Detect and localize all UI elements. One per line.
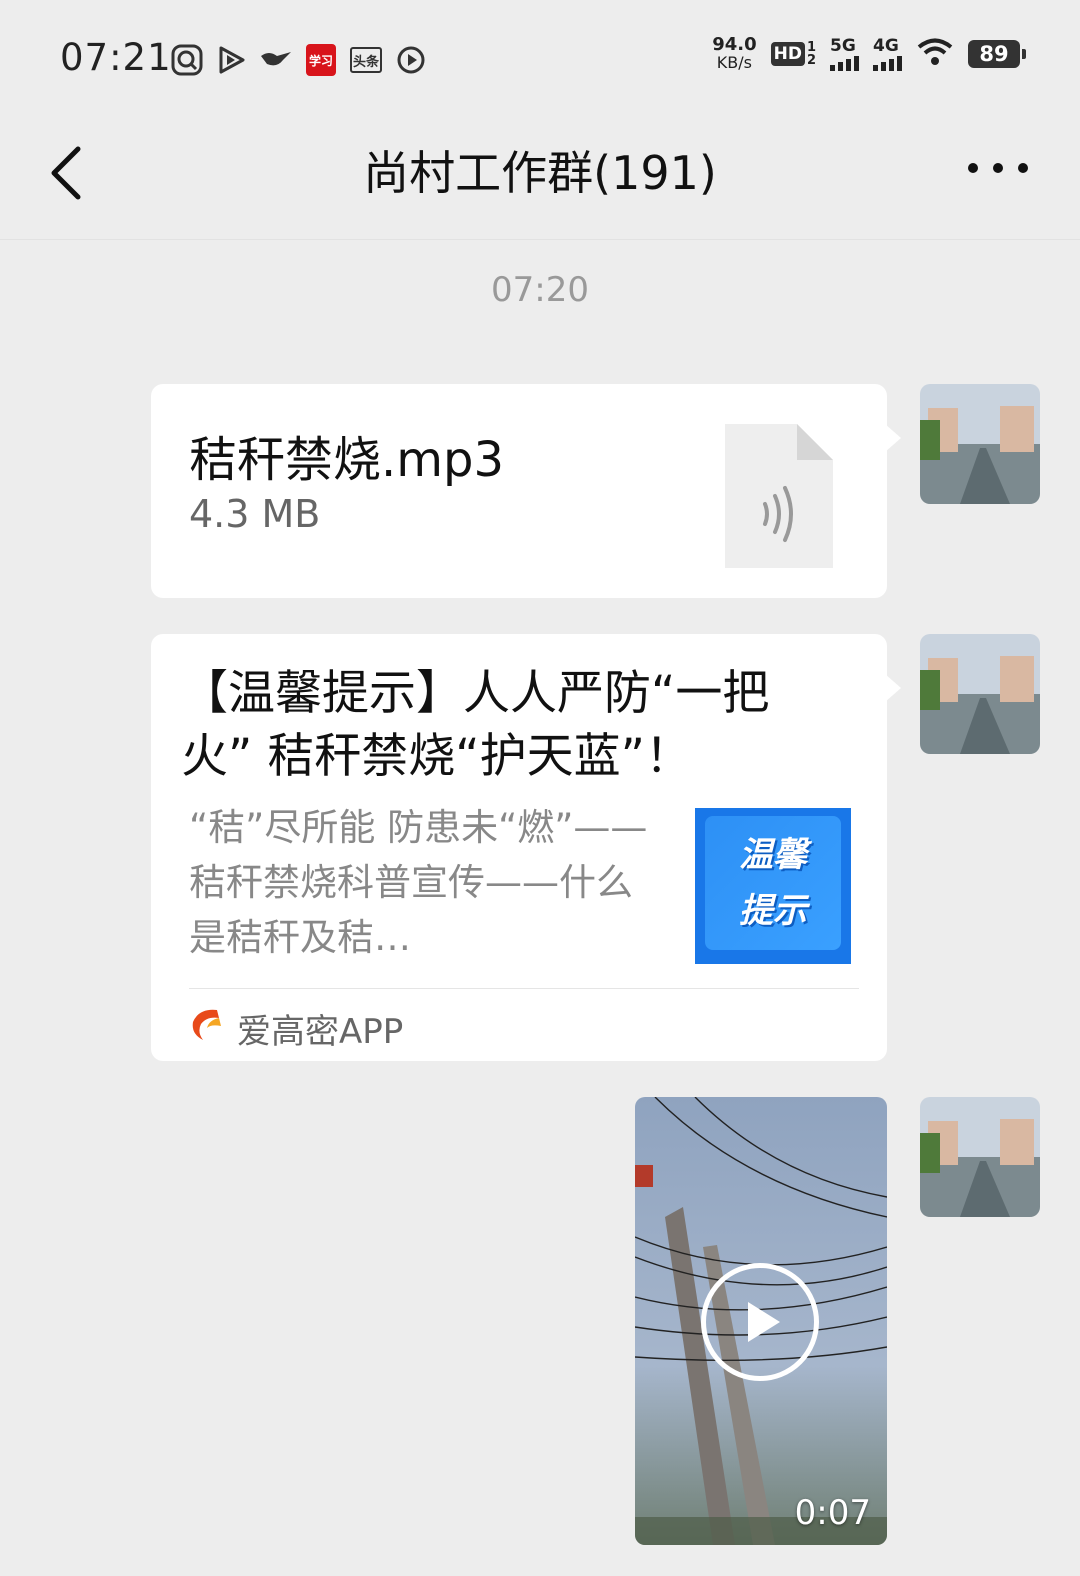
net-speed-unit: KB/s: [716, 53, 752, 72]
signal-sim2: 4G: [873, 35, 902, 71]
thumbnail-text-1: 温馨: [739, 835, 807, 875]
file-size: 4.3 MB: [189, 492, 321, 536]
signal-sim1: 5G: [830, 35, 859, 71]
signal-bars-icon: [830, 55, 859, 71]
avatar-image: [920, 384, 1040, 504]
sim1-type: 5G: [830, 35, 856, 56]
bubble-tail: [885, 674, 901, 702]
video-icon: [396, 42, 426, 78]
status-time: 07:21: [60, 36, 172, 79]
signal-bars-icon: [873, 55, 902, 71]
avatar[interactable]: [920, 1097, 1040, 1217]
file-message[interactable]: 秸秆禁烧.mp3 4.3 MB: [151, 384, 901, 598]
article-thumbnail: 温馨 提示: [695, 808, 851, 964]
hd-label: HD: [770, 42, 805, 66]
net-speed-value: 94.0: [712, 34, 757, 55]
dot-icon: [993, 163, 1003, 173]
battery-icon: 89: [968, 40, 1026, 68]
play-icon: [214, 42, 248, 78]
thumbnail-text-2: 提示: [739, 891, 807, 931]
dot-icon: [1018, 163, 1028, 173]
sim2-type: 4G: [873, 35, 899, 56]
audio-file-icon: [725, 424, 833, 568]
avatar-image: [920, 634, 1040, 754]
bubble-tail: [885, 424, 901, 452]
file-name: 秸秆禁烧.mp3: [189, 432, 505, 488]
xuexi-icon: 学习: [306, 44, 336, 76]
article-divider: [189, 988, 859, 989]
avatar-image: [920, 1097, 1040, 1217]
hd-badge: HD 12: [770, 40, 816, 68]
app-logo-icon: [192, 1009, 221, 1040]
dot-icon: [968, 163, 978, 173]
play-button-icon[interactable]: [701, 1263, 819, 1381]
chat-title: 尚村工作群(191): [363, 146, 717, 200]
video-message[interactable]: 0:07: [635, 1097, 887, 1545]
video-duration: 0:07: [794, 1493, 871, 1533]
avatar[interactable]: [920, 384, 1040, 504]
status-right-group: 94.0 KB/s HD 12 5G 4G 89: [712, 35, 1026, 72]
article-source: 爱高密APP: [237, 1012, 404, 1052]
wifi-icon: [916, 37, 954, 71]
thumbnail-card: 温馨 提示: [705, 816, 841, 950]
article-description: “秸”尽所能 防患未“燃”——秸秆禁烧科普宣传——什么是秸秆及秸…: [189, 806, 648, 959]
status-bar: 07:21 学习 头条 94.0 KB/s HD 12 5G 4G 89: [0, 0, 1080, 115]
toutiao-icon: 头条: [350, 47, 382, 73]
chat-header: 尚村工作群(191): [0, 115, 1080, 240]
more-button[interactable]: [968, 153, 1028, 183]
article-title: 【温馨提示】人人严防“一把火” 秸秆禁烧“护天蓝”！: [181, 666, 770, 784]
hd-sim-indices: 12: [806, 40, 816, 68]
net-speed: 94.0 KB/s: [712, 36, 756, 72]
browser-icon: [170, 42, 204, 78]
avatar[interactable]: [920, 634, 1040, 754]
message-timestamp: 07:20: [491, 270, 589, 310]
bird-icon: [258, 42, 294, 78]
article-message[interactable]: 【温馨提示】人人严防“一把火” 秸秆禁烧“护天蓝”！ “秸”尽所能 防患未“燃”…: [151, 634, 901, 1061]
